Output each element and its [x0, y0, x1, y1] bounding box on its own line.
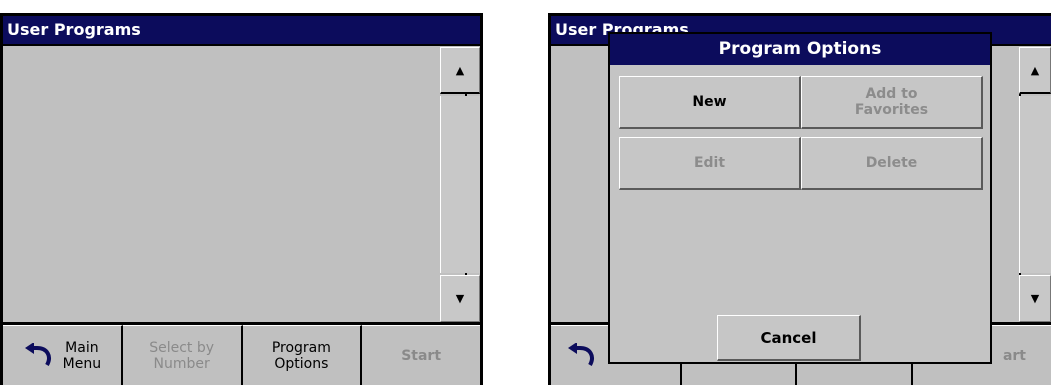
- main-menu-label: Main Menu: [62, 339, 102, 372]
- program-options-dialog: Program Options New Add to Favorites Edi…: [608, 32, 992, 364]
- select-by-number-label: Select by Number: [149, 339, 215, 372]
- edit-button[interactable]: Edit: [619, 137, 801, 190]
- scroll-up-button[interactable]: ▲: [440, 47, 480, 94]
- back-arrow-icon: [24, 342, 51, 366]
- bottom-toolbar: Main Menu Select by Number Program Optio…: [3, 322, 480, 385]
- scrollbar[interactable]: ▲ ▼: [440, 47, 480, 322]
- start-button[interactable]: Start: [362, 325, 480, 385]
- cancel-label: Cancel: [760, 328, 817, 347]
- arrow-up-icon: ▲: [1030, 63, 1040, 77]
- back-arrow-icon: [568, 342, 594, 366]
- program-options-button[interactable]: Program Options: [242, 325, 363, 385]
- program-options-screen: User Programs ▲ ▼ art Program Options Ne…: [548, 13, 1051, 385]
- new-button[interactable]: New: [619, 76, 801, 129]
- scrollbar[interactable]: ▲ ▼: [1019, 47, 1051, 322]
- delete-button[interactable]: Delete: [801, 137, 983, 190]
- scroll-down-button[interactable]: ▼: [1019, 275, 1051, 322]
- edit-label: Edit: [693, 155, 726, 171]
- screen-body: User Programs ▲ ▼ Main Menu Select by Nu…: [3, 16, 480, 385]
- select-by-number-button[interactable]: Select by Number: [122, 325, 243, 385]
- arrow-up-icon: ▲: [455, 63, 465, 77]
- user-programs-screen: User Programs ▲ ▼ Main Menu Select by Nu…: [0, 13, 483, 385]
- arrow-down-icon: ▼: [1030, 292, 1040, 305]
- dialog-title: Program Options: [610, 34, 990, 65]
- add-to-favorites-label: Add to Favorites: [854, 86, 929, 118]
- scroll-track[interactable]: [440, 96, 480, 273]
- delete-label: Delete: [865, 155, 918, 171]
- main-menu-button[interactable]: Main Menu: [3, 325, 123, 385]
- scroll-up-button[interactable]: ▲: [1019, 47, 1051, 94]
- start-label: art: [1002, 347, 1026, 364]
- title-bar: User Programs: [3, 16, 480, 46]
- arrow-down-icon: ▼: [455, 292, 465, 305]
- cancel-button[interactable]: Cancel: [717, 315, 861, 361]
- new-label: New: [692, 94, 727, 110]
- screen-body: User Programs ▲ ▼ art Program Options Ne…: [551, 16, 1051, 385]
- program-list[interactable]: [3, 47, 467, 322]
- scroll-down-button[interactable]: ▼: [440, 275, 480, 322]
- start-label: Start: [401, 347, 442, 364]
- scroll-track[interactable]: [1019, 96, 1051, 273]
- add-to-favorites-button[interactable]: Add to Favorites: [801, 76, 983, 129]
- program-options-label: Program Options: [271, 339, 331, 372]
